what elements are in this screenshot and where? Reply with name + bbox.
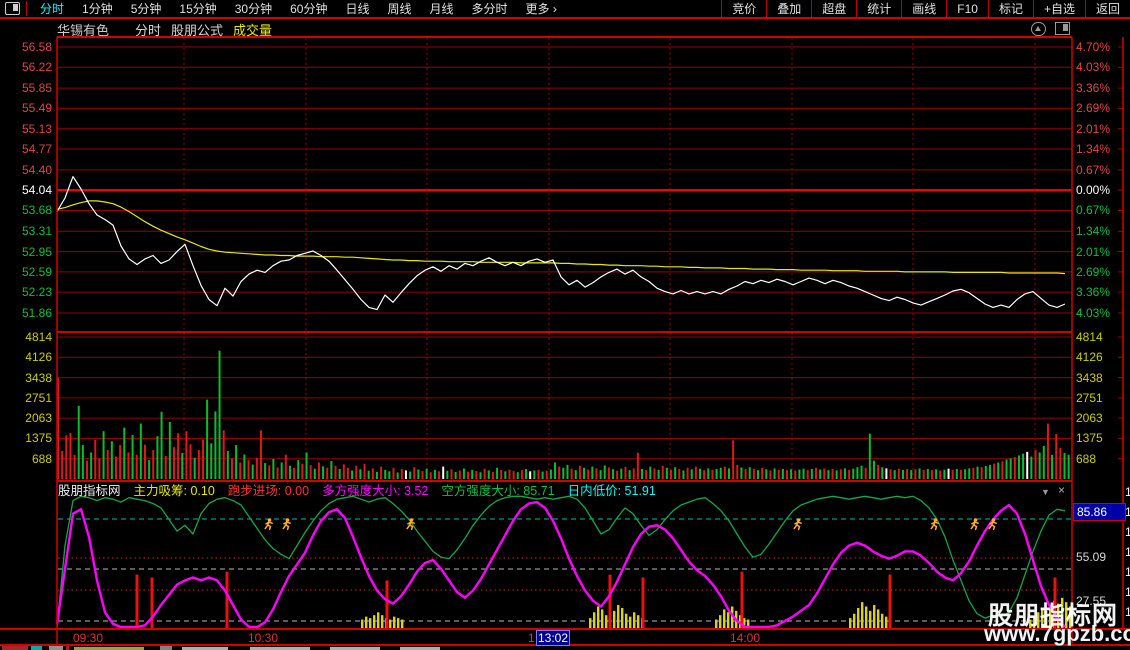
- pct-axis-label: 1.34%: [1076, 225, 1122, 237]
- svg-text:1: 1: [1125, 545, 1130, 559]
- volume-axis-label: 2751: [2, 392, 52, 404]
- time-axis-label: 09:30: [66, 631, 110, 645]
- price-axis-label: 55.13: [2, 123, 52, 135]
- time-axis-label: 10:30: [241, 631, 285, 645]
- price-axis-label: 54.40: [2, 164, 52, 176]
- volume-axis-label: 2063: [1076, 412, 1122, 424]
- price-axis-label: 53.68: [2, 204, 52, 216]
- chart-canvas[interactable]: 1111111: [0, 0, 1130, 650]
- pct-axis-label: 4.03%: [1076, 307, 1122, 319]
- pct-axis-label: 0.67%: [1076, 164, 1122, 176]
- volume-axis-label: 2751: [1076, 392, 1122, 404]
- volume-axis-label: 1375: [1076, 432, 1122, 444]
- volume-axis-label: 2063: [2, 412, 52, 424]
- volume-axis-label: 4126: [1076, 351, 1122, 363]
- indicator-field: 多方强度大小: 3.52: [322, 484, 428, 499]
- price-axis-label: 54.77: [2, 143, 52, 155]
- price-axis-label: 56.58: [2, 41, 52, 53]
- trading-app-window: { "menubar": { "tabs": ["分时","1分钟","5分钟"…: [0, 0, 1130, 650]
- indicator-field: 空方强度大小: 85.71: [441, 484, 554, 499]
- statusbar-sliver: [66, 646, 69, 650]
- pct-axis-label: 2.69%: [1076, 102, 1122, 114]
- svg-text:1: 1: [1125, 525, 1130, 539]
- pct-axis-label: 1.34%: [1076, 143, 1122, 155]
- volume-axis-label: 688: [2, 453, 52, 465]
- volume-axis-label: 4126: [2, 351, 52, 363]
- indicator-field: 跑步进场: 0.00: [228, 484, 309, 499]
- volume-axis-label: 3438: [1076, 372, 1122, 384]
- indicator-field: 日内低价: 51.91: [568, 484, 656, 499]
- indicator-fields: 主力吸筹: 0.10 跑步进场: 0.00 多方强度大小: 3.52 空方强度大小: …: [134, 484, 656, 499]
- statusbar-sliver: [49, 646, 63, 650]
- volume-axis-label: 3438: [2, 372, 52, 384]
- pct-axis-label: 4.70%: [1076, 41, 1122, 53]
- price-axis-label: 52.95: [2, 246, 52, 258]
- price-axis-label: 52.23: [2, 286, 52, 298]
- pct-axis-label: 0.00%: [1076, 184, 1122, 196]
- indicator-current-value: 85.86: [1073, 503, 1126, 521]
- price-axis-label: 52.59: [2, 266, 52, 278]
- indicator-title[interactable]: 股朋指标网: [58, 484, 121, 499]
- indicator-header: 股朋指标网 主力吸筹: 0.10 跑步进场: 0.00 多方强度大小: 3.52 空方…: [58, 484, 656, 499]
- time-axis-label: 14:00: [723, 631, 767, 645]
- pct-axis-label: 0.67%: [1076, 204, 1122, 216]
- pct-axis-label: 2.01%: [1076, 123, 1122, 135]
- indicator-close-icon[interactable]: ×: [1058, 484, 1065, 497]
- svg-text:1: 1: [1125, 485, 1130, 499]
- indicator-scale-label: 55.09: [1076, 550, 1106, 564]
- pct-axis-label: 3.36%: [1076, 82, 1122, 94]
- price-axis-label: 53.31: [2, 225, 52, 237]
- price-axis-label: 56.22: [2, 61, 52, 73]
- volume-axis-label: 688: [1076, 453, 1122, 465]
- svg-text:1: 1: [1125, 565, 1130, 579]
- price-axis-label: 54.04: [2, 184, 52, 196]
- svg-text:1: 1: [1125, 605, 1130, 619]
- svg-text:1: 1: [1125, 585, 1130, 599]
- pct-axis-label: 2.01%: [1076, 246, 1122, 258]
- statusbar-sliver: [2, 646, 28, 650]
- indicator-dropdown-icon[interactable]: ▼: [1041, 487, 1050, 497]
- statusbar-sliver: [31, 646, 42, 650]
- price-axis-label: 51.86: [2, 307, 52, 319]
- price-axis-label: 55.49: [2, 102, 52, 114]
- statusbar-sliver: [160, 646, 172, 650]
- pct-axis-label: 4.03%: [1076, 61, 1122, 73]
- pct-axis-label: 3.36%: [1076, 286, 1122, 298]
- indicator-field: 主力吸筹: 0.10: [134, 484, 215, 499]
- watermark-url: www.7gpzb.com: [984, 621, 1130, 647]
- volume-axis-label: 4814: [1076, 331, 1122, 343]
- price-axis-label: 55.85: [2, 82, 52, 94]
- volume-axis-label: 4814: [2, 331, 52, 343]
- time-cursor-badge: 13:02: [536, 630, 570, 646]
- volume-axis-label: 1375: [2, 432, 52, 444]
- pct-axis-label: 2.69%: [1076, 266, 1122, 278]
